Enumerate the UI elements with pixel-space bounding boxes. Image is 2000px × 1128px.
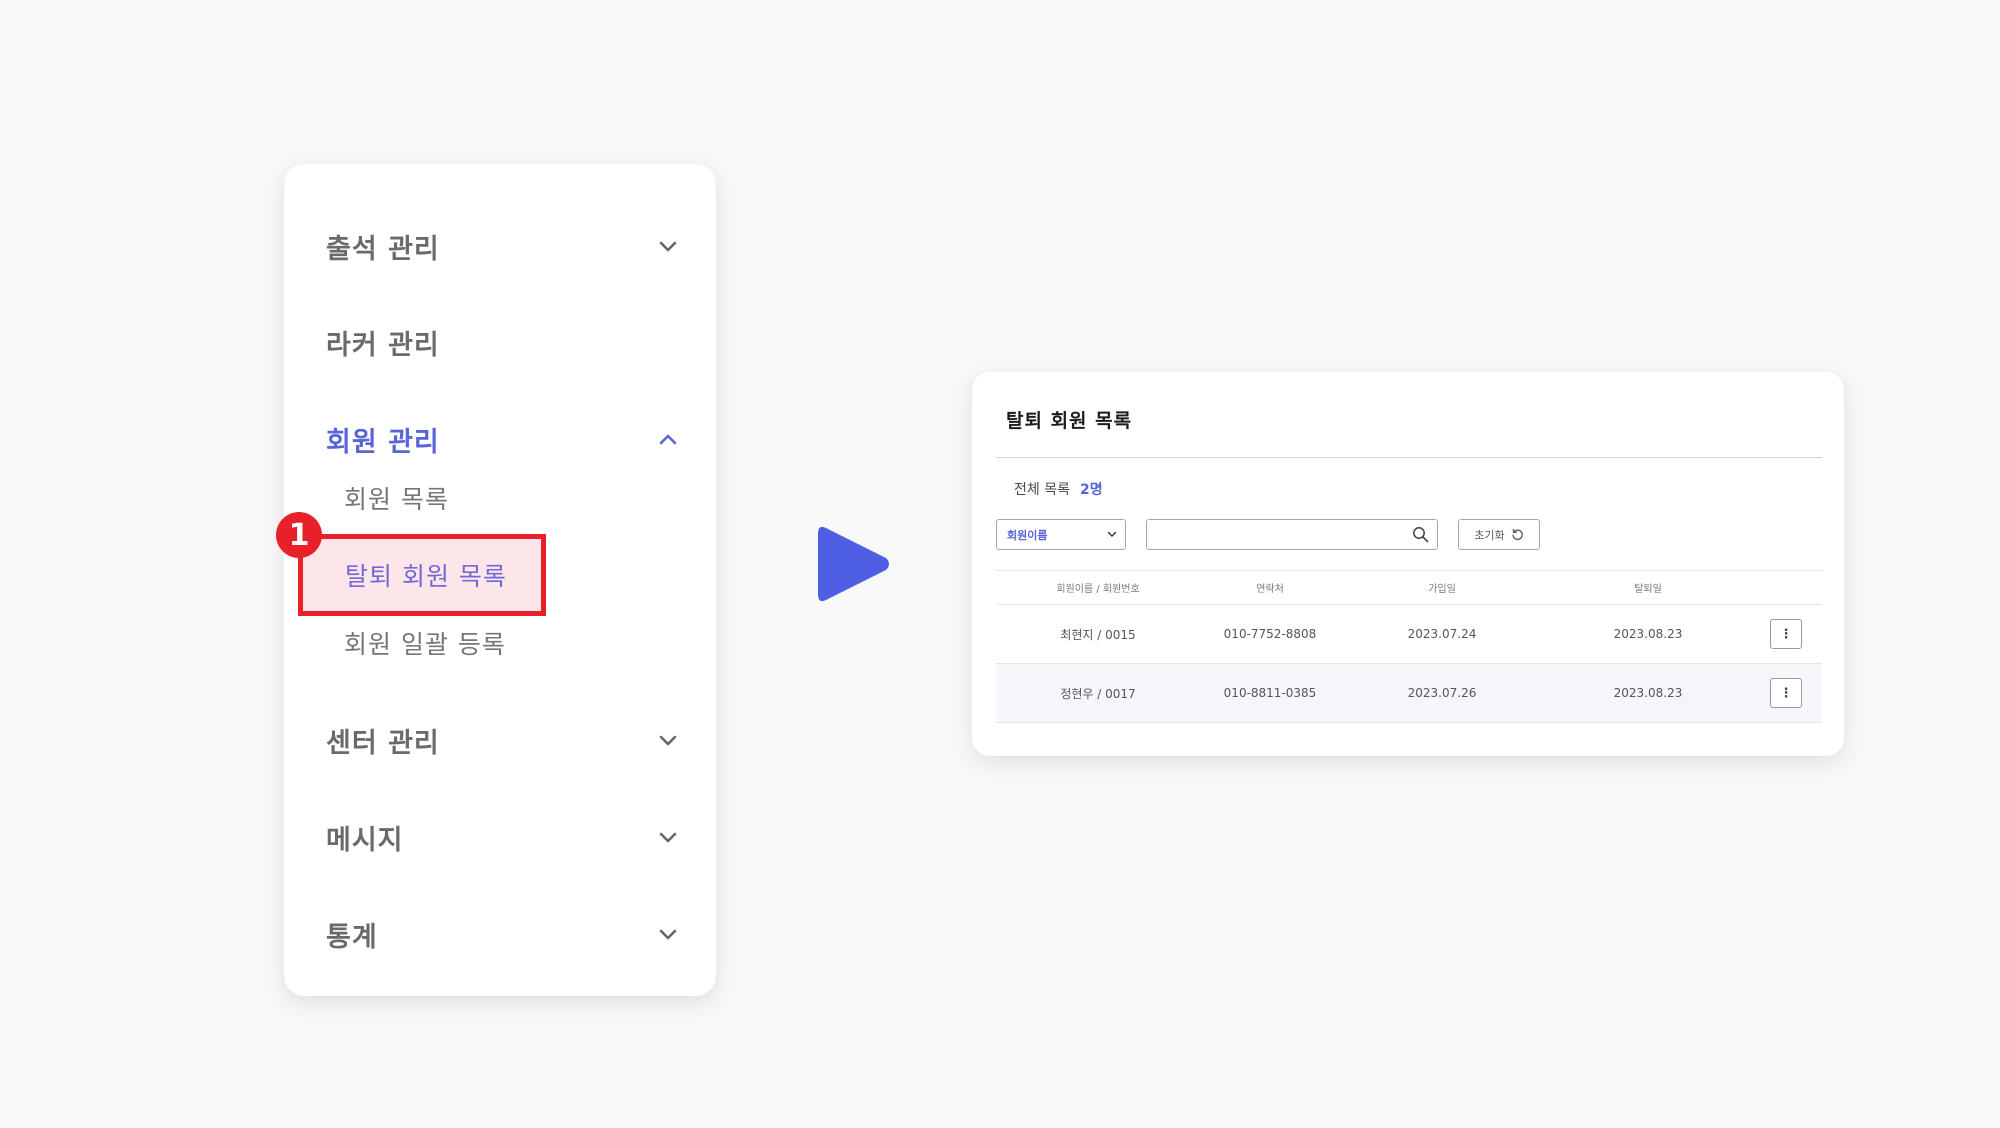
total-count: 전체 목록 2명	[1014, 479, 1103, 499]
refresh-icon	[1512, 529, 1523, 541]
cell-name: 정현우 / 0017	[1060, 686, 1136, 701]
cell-phone: 010-7752-8808	[1223, 627, 1317, 641]
search-field-select-value: 회원이름	[1007, 528, 1048, 542]
table-row[interactable]: 최현지 / 0015 010-7752-8808 2023.07.24 2023…	[996, 605, 1822, 663]
step-badge: 1	[276, 512, 322, 558]
chevron-down-icon	[659, 832, 677, 843]
cell-joined: 2023.07.26	[1407, 686, 1477, 700]
table-header: 회원이름 / 회원번호 연락처 가입일 탈퇴일	[996, 571, 1822, 604]
sidebar-item-members[interactable]: 회원 관리	[326, 409, 678, 469]
sidebar-subitem-label: 탈퇴 회원 목록	[345, 562, 507, 591]
play-arrow-icon	[818, 526, 889, 602]
table-divider	[996, 722, 1822, 723]
sidebar-subitem-bulk-register[interactable]: 회원 일괄 등록	[344, 618, 506, 668]
sidebar-item-label: 센터 관리	[326, 727, 440, 759]
sidebar-menu: 출석 관리 라커 관리 회원 관리 회원 목록 탈퇴 회원 목록 1 회원 일괄…	[276, 164, 716, 996]
column-header-withdrawn: 탈퇴일	[1634, 584, 1662, 595]
chevron-down-icon	[659, 735, 677, 746]
divider	[996, 457, 1822, 458]
chevron-down-icon	[659, 241, 677, 252]
cell-withdrawn: 2023.08.23	[1613, 686, 1683, 700]
total-count-value: 2명	[1079, 482, 1103, 498]
sidebar-item-statistics[interactable]: 통계	[326, 904, 678, 964]
sidebar-item-messages[interactable]: 메시지	[326, 807, 678, 867]
members-table: 회원이름 / 회원번호 연락처 가입일 탈퇴일 최현지 / 0015 010-7…	[996, 570, 1822, 723]
cell-name: 최현지 / 0015	[1060, 627, 1136, 642]
sidebar-item-center[interactable]: 센터 관리	[326, 710, 678, 770]
sidebar-item-attendance[interactable]: 출석 관리	[326, 216, 678, 276]
chevron-down-icon	[1107, 531, 1117, 537]
sidebar-item-label: 라커 관리	[326, 329, 440, 361]
search-icon[interactable]	[1412, 526, 1429, 543]
sidebar-subitem-withdrawn-members[interactable]: 탈퇴 회원 목록	[298, 534, 546, 616]
sidebar-item-label: 출석 관리	[326, 233, 440, 265]
column-header-joined: 가입일	[1428, 584, 1456, 595]
chevron-down-icon	[659, 929, 677, 940]
sidebar-item-label: 메시지	[326, 824, 404, 856]
total-count-label: 전체 목록	[1014, 482, 1070, 498]
column-header-name: 회원이름 / 회원번호	[1056, 584, 1140, 595]
more-options-button[interactable]: ⋮	[1770, 678, 1802, 708]
sidebar-subitem-member-list[interactable]: 회원 목록	[344, 473, 449, 523]
cell-phone: 010-8811-0385	[1223, 686, 1317, 700]
reset-button[interactable]: 초기화	[1458, 519, 1540, 550]
reset-button-label: 초기화	[1474, 528, 1505, 542]
chevron-up-icon	[659, 434, 677, 445]
sidebar-item-label: 회원 관리	[326, 426, 440, 458]
sidebar-subitem-label: 회원 일괄 등록	[344, 630, 506, 659]
sidebar-item-label: 통계	[326, 921, 378, 953]
page-title: 탈퇴 회원 목록	[1006, 410, 1133, 432]
cell-withdrawn: 2023.08.23	[1613, 627, 1683, 641]
sidebar-item-locker[interactable]: 라커 관리	[326, 312, 678, 372]
sidebar-subitem-label: 회원 목록	[344, 485, 449, 514]
more-options-button[interactable]: ⋮	[1770, 619, 1802, 649]
table-row[interactable]: 정현우 / 0017 010-8811-0385 2023.07.26 2023…	[996, 664, 1822, 722]
withdrawn-members-panel: 탈퇴 회원 목록 전체 목록 2명 회원이름 초기화 회원이름 / 회원번호 연…	[972, 372, 1844, 756]
cell-joined: 2023.07.24	[1407, 627, 1477, 641]
search-field-select[interactable]: 회원이름	[996, 519, 1126, 550]
search-input[interactable]	[1146, 519, 1438, 550]
column-header-phone: 연락처	[1256, 584, 1284, 595]
